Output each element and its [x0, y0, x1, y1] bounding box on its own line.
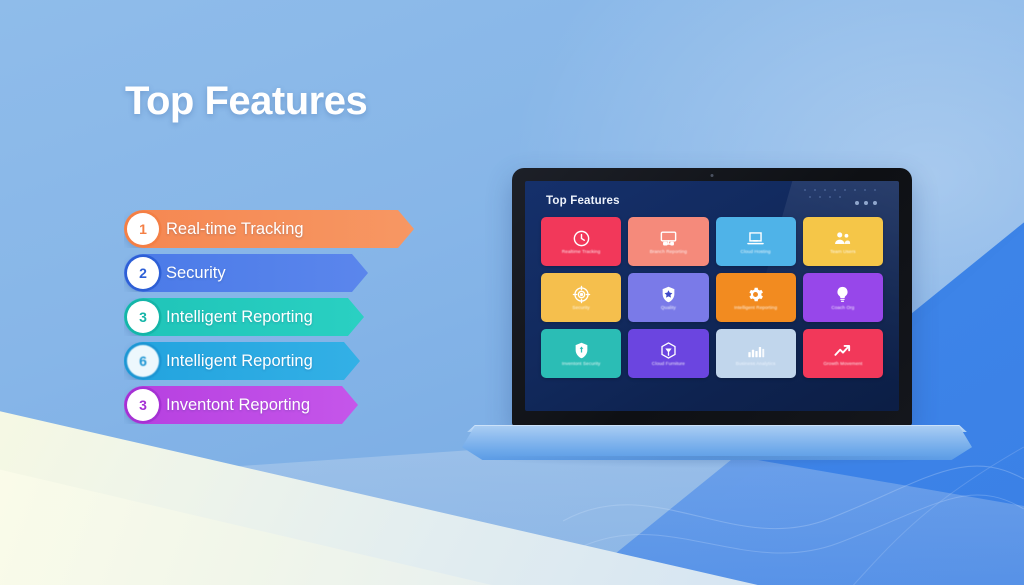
feature-pill[interactable]: Intelligent Reporting: [124, 298, 364, 336]
target-icon: [572, 285, 591, 304]
feature-number-badge: 2: [127, 257, 159, 289]
feature-pill[interactable]: Real-time Tracking: [124, 210, 414, 248]
feature-pill[interactable]: Intelligent Reporting: [124, 342, 360, 380]
feature-tile-label: Team Users: [830, 249, 856, 255]
clock-icon: [572, 229, 591, 248]
feature-tile[interactable]: Realtime Tracking: [541, 217, 622, 266]
feature-tile[interactable]: Security: [541, 273, 622, 322]
feature-tile-label: Branch Reporting: [649, 249, 688, 255]
feature-tile-grid: Realtime Tracking Branch Reporting Cloud H…: [541, 217, 883, 378]
lightbulb-icon: [833, 285, 852, 304]
feature-tile[interactable]: Cloud Furniture: [628, 329, 709, 378]
laptop-drop-shadow: [482, 456, 952, 468]
feature-pill-label: Intelligent Reporting: [166, 307, 313, 326]
trending-up-icon: [833, 341, 852, 360]
feature-tile[interactable]: Branch Reporting: [628, 217, 709, 266]
window-dot[interactable]: [873, 201, 877, 205]
feature-tile[interactable]: Quality: [628, 273, 709, 322]
slide-canvas: Top Features Real-time Tracking 1 Security…: [0, 0, 1024, 585]
window-dot[interactable]: [855, 201, 859, 205]
feature-tile-label: Business Analytics: [735, 361, 776, 367]
page-title: Top Features: [125, 79, 368, 123]
feature-tile-label: Cloud Hosting: [740, 249, 771, 255]
feature-tile[interactable]: Team Users: [802, 217, 883, 266]
bar-chart-icon: [746, 341, 765, 360]
laptop-base: [462, 426, 972, 460]
laptop-icon: [746, 229, 765, 248]
feature-number-badge: 6: [127, 345, 159, 377]
feature-pill[interactable]: Inventont Reporting: [124, 386, 358, 424]
feature-number-badge: 3: [127, 389, 159, 421]
feature-number-badge: 1: [127, 213, 159, 245]
monitor-icon: [659, 229, 678, 248]
feature-tile[interactable]: Business Analytics: [715, 329, 796, 378]
feature-number-badge: 3: [127, 301, 159, 333]
webcam-icon: [710, 174, 714, 177]
feature-tile[interactable]: Cloud Hosting: [715, 217, 796, 266]
feature-tile-label: Inventont Security: [561, 361, 601, 367]
laptop-mockup: Top Features Realtime Tracking Branch Rep…: [462, 168, 972, 468]
feature-tile-label: Growth Movement: [823, 361, 863, 367]
feature-tile-label: Realtime Tracking: [561, 249, 601, 255]
laptop-screen: Top Features Realtime Tracking Branch Rep…: [525, 181, 899, 411]
cube-icon: [659, 341, 678, 360]
gear-icon: [746, 285, 765, 304]
shield-star-icon: [659, 285, 678, 304]
laptop-lid: Top Features Realtime Tracking Branch Rep…: [512, 168, 912, 426]
window-dots[interactable]: [855, 201, 877, 205]
feature-pill[interactable]: Security: [124, 254, 368, 292]
feature-tile-label: Cloud Furniture: [651, 361, 685, 367]
feature-tile[interactable]: Inventont Security: [541, 329, 622, 378]
feature-pill-label: Security: [166, 263, 226, 282]
decorative-dot-pattern: [804, 189, 876, 198]
users-icon: [833, 229, 852, 248]
window-dot[interactable]: [864, 201, 868, 205]
feature-tile-label: Coach Org: [831, 305, 855, 311]
feature-tile-label: Intelligent Reporting: [734, 305, 778, 311]
shield-lock-icon: [572, 341, 591, 360]
feature-tile[interactable]: Coach Org: [802, 273, 883, 322]
screen-header-title: Top Features: [546, 195, 620, 207]
feature-tile[interactable]: Intelligent Reporting: [715, 273, 796, 322]
feature-pill-label: Real-time Tracking: [166, 219, 304, 238]
feature-pill-label: Intelligent Reporting: [166, 351, 313, 370]
feature-tile-label: Security: [572, 305, 590, 311]
feature-tile[interactable]: Growth Movement: [802, 329, 883, 378]
feature-pill-label: Inventont Reporting: [166, 395, 311, 414]
feature-tile-label: Quality: [660, 305, 676, 311]
